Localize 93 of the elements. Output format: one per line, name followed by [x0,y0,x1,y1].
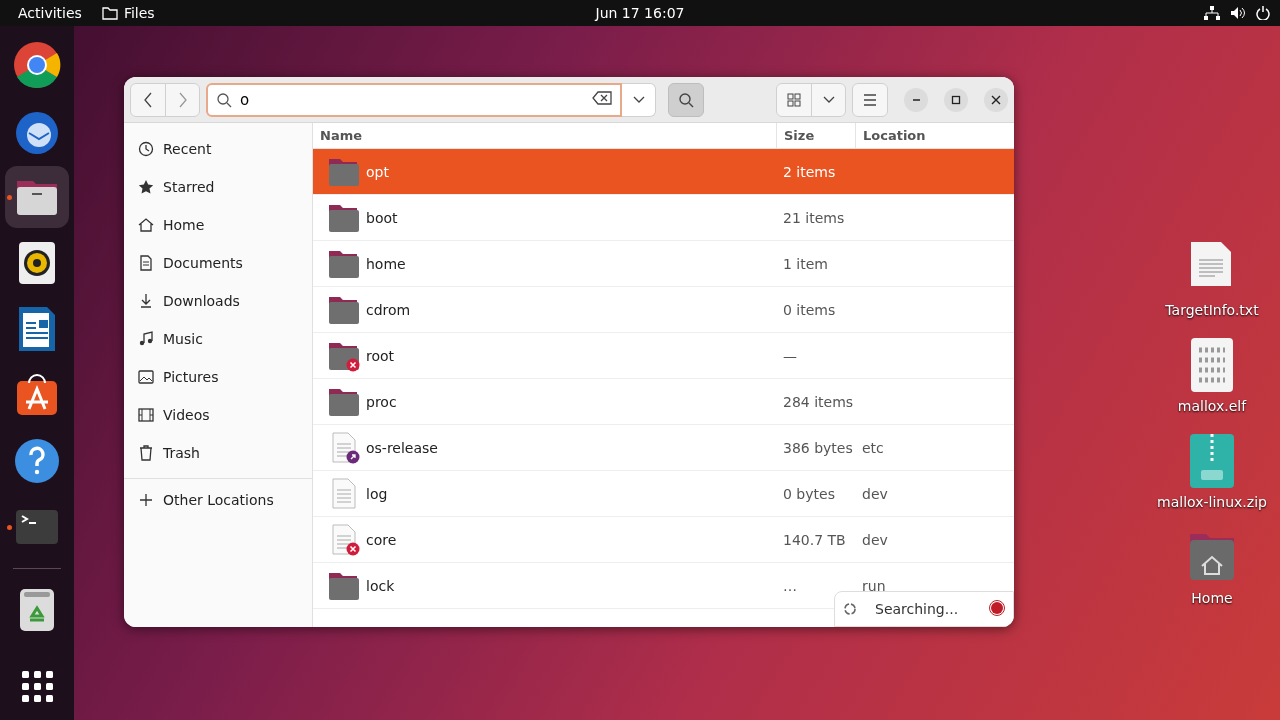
column-header[interactable]: Size [776,123,855,148]
desktop-icon-label[interactable]: Home [1191,590,1233,606]
help-icon [13,437,61,485]
sidebar-item[interactable]: Other Locations [124,481,312,519]
close-button[interactable] [984,87,1008,112]
file-row[interactable]: log 0 bytes dev [313,471,1014,517]
file-name: home [366,255,406,272]
clear-icon[interactable] [592,91,612,105]
file-name: root [366,347,395,364]
trash-icon [138,445,154,461]
plus-icon [138,492,154,508]
column-header[interactable]: Name [313,123,776,148]
minimize-icon [912,98,920,101]
file-location: run [862,577,886,594]
document-icon [138,255,154,271]
image-icon [138,369,154,385]
sidebar-item[interactable]: Pictures [124,358,312,396]
file-name: lock [366,577,395,594]
spinner-icon [843,602,857,616]
file-size: 2 items [783,163,836,180]
chevron-down-icon [822,95,835,104]
maximize-icon [950,93,962,106]
file-size: — [783,347,797,364]
dock-item[interactable] [5,166,69,228]
desktop-icon-label[interactable]: TargetInfo.txt [1165,302,1259,318]
music-note-icon [138,331,154,347]
sidebar-item[interactable]: Starred [124,168,312,206]
file-name: core [366,531,397,548]
running-indicator [7,525,12,530]
file-row[interactable]: boot 21 items [313,195,1014,241]
file-name: proc [366,393,397,410]
maximize-button[interactable] [944,87,968,112]
file-name: os-release [366,439,438,456]
search-field[interactable]: o [206,82,622,117]
file-size: 21 items [783,209,845,226]
sidebar-item[interactable]: Videos [124,396,312,434]
file-row[interactable]: home 1 item [313,241,1014,287]
clock[interactable]: Jun 17 16:07 [570,5,710,21]
file-size: 386 bytes [783,439,853,456]
desktop-icon-label[interactable]: mallox.elf [1177,398,1247,414]
clock-icon [138,141,154,157]
stop-icon[interactable] [989,599,1005,616]
sidebar-item[interactable]: Documents [124,244,312,282]
file-name: boot [366,209,398,226]
file-name: opt [366,163,389,180]
back-icon [143,91,153,108]
file-size: 0 items [783,301,836,318]
volume-icon[interactable] [1230,6,1246,20]
power-icon[interactable] [1256,6,1270,20]
file-size: 284 items [783,393,854,410]
activities-button[interactable]: Activities [18,5,82,21]
film-icon [138,407,154,423]
file-location: dev [862,531,888,548]
file-row[interactable]: core 140.7 TB dev [313,517,1014,563]
menu-icon [863,93,877,106]
sidebar-item[interactable]: Music [124,320,312,358]
archive-icon[interactable] [1187,432,1237,490]
file-size: … [783,577,797,594]
forward-icon [177,91,188,108]
app-grid-icon[interactable] [21,671,53,702]
search-button[interactable] [668,82,704,117]
sidebar-item[interactable]: Downloads [124,282,312,320]
file-row[interactable]: proc 284 items [313,379,1014,425]
download-icon [138,293,154,309]
chevron-down-icon [632,95,645,104]
network-icon[interactable] [1204,6,1220,20]
search-icon [216,91,232,108]
desktop-icon-label[interactable]: mallox-linux.zip [1157,494,1267,510]
close-icon [990,93,1002,106]
file-row[interactable]: opt 2 items [313,149,1014,195]
file-size: 1 item [783,255,828,272]
file-location: dev [862,485,888,502]
browser-icon [13,41,61,89]
file-row[interactable]: cdrom 0 items [313,287,1014,333]
star-icon [138,179,154,195]
column-header[interactable]: Location [855,123,1014,148]
file-location: etc [862,439,884,456]
file-row[interactable]: os-release 386 bytes etc [313,425,1014,471]
app-menu[interactable]: Files [101,5,155,21]
file-size: 140.7 TB [783,531,846,548]
sidebar-item[interactable]: Recent [124,130,312,168]
sidebar-item[interactable]: Trash [124,434,312,472]
sidebar-item[interactable]: Home [124,206,312,244]
grid-icon [787,92,801,107]
running-indicator [7,195,12,200]
minimize-button[interactable] [904,87,928,112]
file-size: 0 bytes [783,485,835,502]
search-icon [678,91,694,108]
file-row[interactable]: root — [313,333,1014,379]
home-icon [138,217,154,233]
file-name: cdrom [366,301,411,318]
folder-icon [101,6,118,20]
file-name: log [366,485,388,502]
